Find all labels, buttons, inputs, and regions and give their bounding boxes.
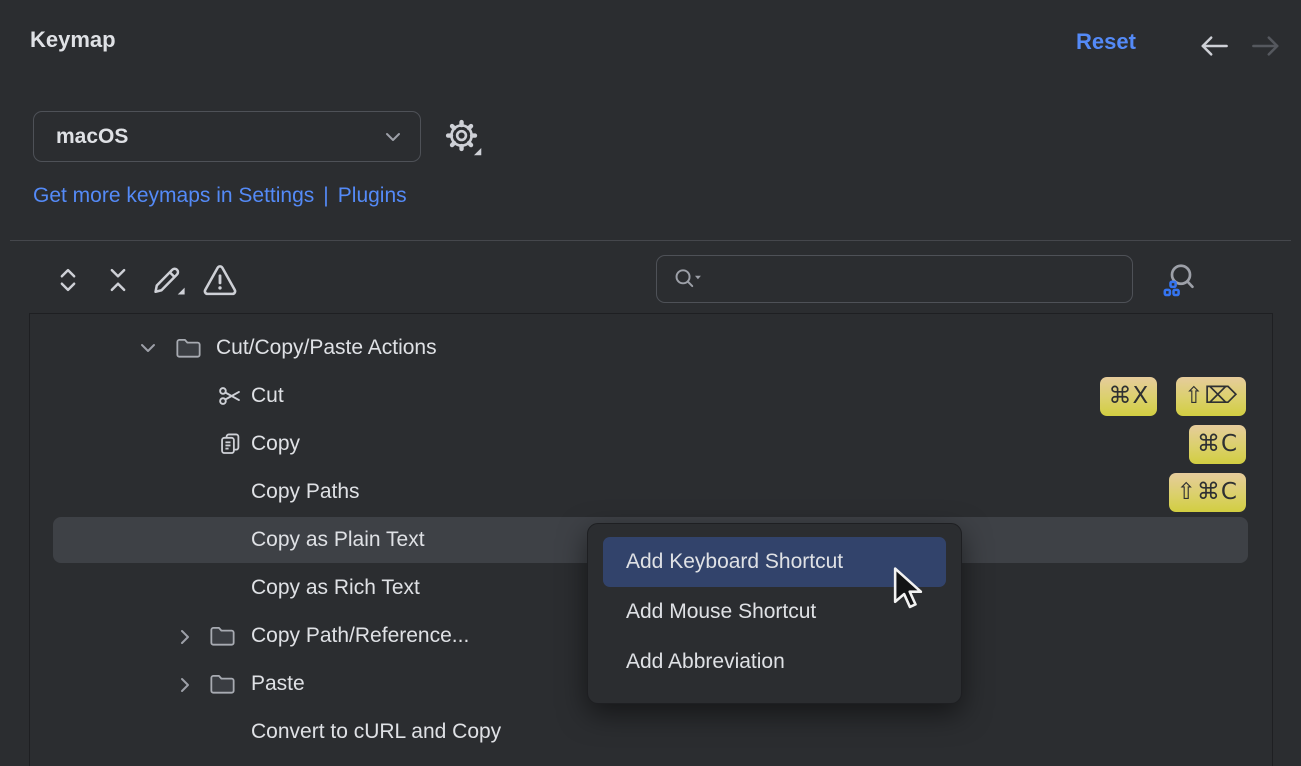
search-input[interactable]: [714, 268, 1120, 291]
shortcut-badges: ⌘X ⇧⌦: [1100, 372, 1246, 420]
tree-row-label: Cut: [251, 372, 284, 420]
folder-icon: [208, 671, 237, 697]
tree-row-label: Copy as Plain Text: [251, 516, 425, 564]
find-actions-by-shortcut-button[interactable]: [1156, 258, 1200, 302]
tree-row-convert-to-curl-and-copy[interactable]: Convert to cURL and Copy: [30, 708, 1272, 756]
keymap-dropdown-value: macOS: [56, 125, 382, 149]
shortcut-badge: ⌘C: [1189, 425, 1246, 464]
tree-row-cut[interactable]: Cut ⌘X ⇧⌦: [30, 372, 1272, 420]
page-title: Keymap: [30, 27, 116, 53]
tree-row-cut-copy-paste-actions[interactable]: Cut/Copy/Paste Actions: [30, 324, 1272, 372]
scissors-icon: [217, 383, 244, 409]
keymap-settings-gear-button[interactable]: [441, 115, 485, 159]
tree-row-label: Convert to cURL and Copy: [251, 708, 501, 756]
shortcut-search-field[interactable]: [656, 255, 1133, 303]
collapse-all-button[interactable]: [100, 262, 136, 298]
tree-row-copy[interactable]: Copy ⌘C: [30, 420, 1272, 468]
expand-all-icon: [53, 264, 83, 296]
plugins-link[interactable]: Plugins: [338, 184, 407, 207]
warning-triangle-icon: [200, 263, 240, 297]
folder-icon: [174, 335, 203, 361]
tree-row-label: Copy: [251, 420, 300, 468]
folder-icon: [208, 623, 237, 649]
reset-button[interactable]: Reset: [1076, 29, 1136, 55]
search-icon: [672, 266, 706, 292]
keymap-dropdown[interactable]: macOS: [33, 111, 421, 162]
collapse-all-icon: [103, 264, 133, 296]
shortcut-badge: ⇧⌦: [1176, 377, 1246, 416]
link-separator: |: [323, 184, 328, 207]
chevron-down-icon[interactable]: [135, 338, 161, 358]
shortcut-badges: ⌘C: [1189, 420, 1246, 468]
keymaps-links-row: Get more keymaps in Settings | Plugins: [33, 184, 407, 208]
find-by-shortcut-icon: [1157, 259, 1199, 301]
menu-item-add-mouse-shortcut[interactable]: Add Mouse Shortcut: [603, 587, 946, 637]
shortcut-badges: ⇧⌘C: [1169, 468, 1246, 516]
chevron-down-icon: [382, 130, 404, 144]
tree-row-label: Copy as Rich Text: [251, 564, 420, 612]
tree-row-label: Copy Path/Reference...: [251, 612, 469, 660]
keymap-settings-page: Keymap Reset macOS: [0, 0, 1301, 766]
tree-row-label: Paste: [251, 660, 305, 708]
shortcut-badge: ⌘X: [1100, 377, 1157, 416]
menu-item-add-keyboard-shortcut[interactable]: Add Keyboard Shortcut: [603, 537, 946, 587]
show-conflicts-button[interactable]: [202, 262, 238, 298]
chevron-right-icon[interactable]: [175, 674, 195, 696]
shortcut-badge: ⇧⌘C: [1169, 473, 1246, 512]
chevron-right-icon[interactable]: [175, 626, 195, 648]
copy-icon: [217, 431, 244, 457]
pencil-icon: [149, 262, 187, 298]
menu-item-add-abbreviation[interactable]: Add Abbreviation: [603, 637, 946, 687]
edit-shortcut-button[interactable]: [150, 262, 186, 298]
get-more-keymaps-link[interactable]: Get more keymaps in Settings: [33, 184, 314, 207]
context-menu: Add Keyboard Shortcut Add Mouse Shortcut…: [587, 523, 962, 704]
tree-row-copy-paths[interactable]: Copy Paths ⇧⌘C: [30, 468, 1272, 516]
forward-arrow-icon[interactable]: [1249, 32, 1283, 60]
tree-row-label: Copy Paths: [251, 468, 360, 516]
header-divider: [10, 240, 1291, 241]
back-arrow-icon[interactable]: [1197, 32, 1231, 60]
expand-all-button[interactable]: [50, 262, 86, 298]
tree-row-label: Cut/Copy/Paste Actions: [216, 324, 437, 372]
gear-icon: [444, 118, 482, 156]
